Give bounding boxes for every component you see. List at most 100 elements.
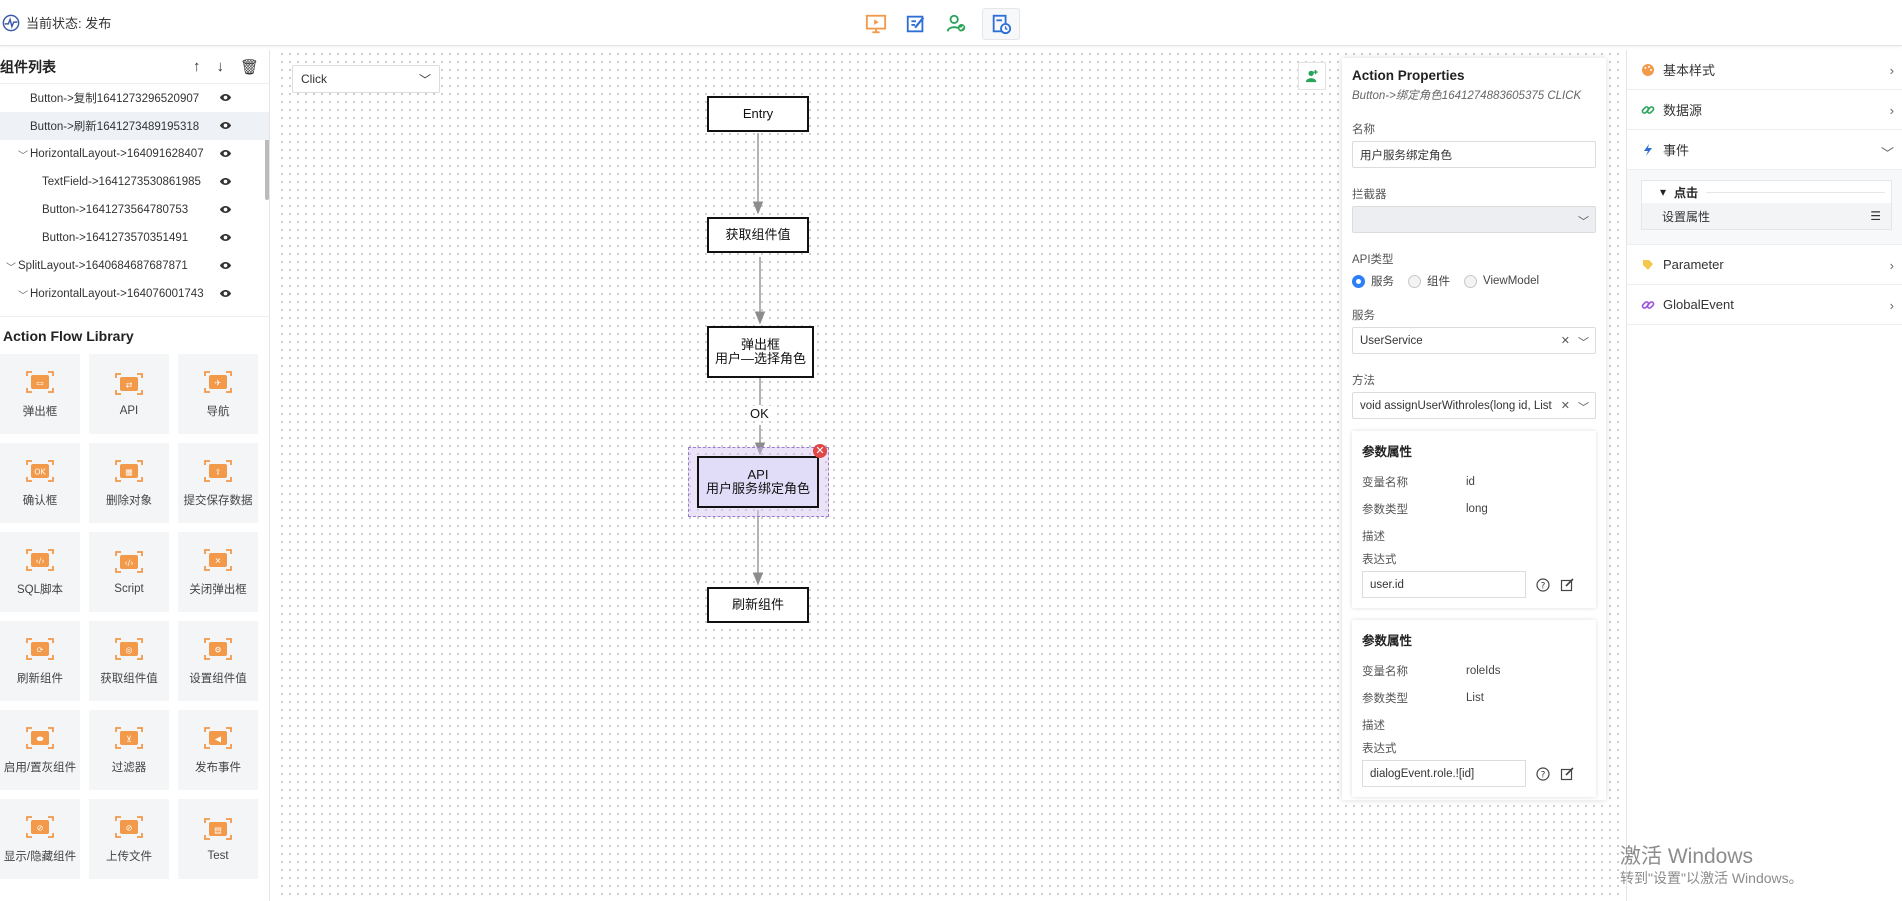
name-input[interactable]: 用户服务绑定角色 xyxy=(1352,141,1596,168)
section-parameter[interactable]: Parameter › xyxy=(1627,245,1902,285)
service-label: 服务 xyxy=(1352,310,1375,322)
library-item[interactable]: ⇄ API xyxy=(89,354,169,434)
click-event-header[interactable]: ▾ 点击 xyxy=(1642,181,1891,203)
node-refresh-component[interactable]: 刷新组件 xyxy=(707,587,809,623)
clear-icon[interactable]: ✕ xyxy=(1561,334,1570,350)
param-type-value: List xyxy=(1466,691,1484,704)
library-item[interactable]: ⊻ 过滤器 xyxy=(89,710,169,790)
library-item[interactable]: ‹/› SQL脚本 xyxy=(0,532,80,612)
section-events[interactable]: 事件 ﹀ xyxy=(1627,130,1902,170)
eye-icon[interactable] xyxy=(219,120,232,131)
node-entry-label: Entry xyxy=(742,106,774,121)
eye-icon[interactable] xyxy=(219,176,232,187)
library-item[interactable]: ⚙ 设置组件值 xyxy=(178,621,258,701)
library-item[interactable]: ◀ 发布事件 xyxy=(178,710,258,790)
section-basic-style[interactable]: 基本样式 › xyxy=(1627,50,1902,90)
node-api[interactable]: API 用户服务绑定角色 xyxy=(697,456,819,508)
chevron-down-icon[interactable]: ﹀ xyxy=(16,147,30,162)
chevron-down-icon[interactable]: ﹀ xyxy=(16,287,30,302)
history-button[interactable] xyxy=(982,8,1020,40)
eye-icon[interactable] xyxy=(219,204,232,215)
section-global-event[interactable]: GlobalEvent › xyxy=(1627,285,1902,325)
delete-node-icon[interactable]: ✕ xyxy=(813,444,827,458)
library-item[interactable]: OK 确认框 xyxy=(0,443,80,523)
svg-text:▭: ▭ xyxy=(36,378,44,387)
tree-item[interactable]: Button->1641273564780753 xyxy=(0,196,269,224)
edit-button[interactable] xyxy=(902,10,930,38)
tree-item-label: HorizontalLayout->164076001743 xyxy=(30,288,204,300)
action-block-icon: ⊘ xyxy=(115,815,143,838)
library-item[interactable]: ▤ Test xyxy=(178,799,258,879)
tree-item[interactable]: Button->刷新1641273489195318 xyxy=(0,112,269,140)
svg-text:⊘: ⊘ xyxy=(37,823,44,832)
tree-item[interactable]: TextField->1641273530861985 xyxy=(0,168,269,196)
library-item[interactable]: ⬬ 启用/置灰组件 xyxy=(0,710,80,790)
node-entry[interactable]: Entry xyxy=(707,96,809,132)
action-block-icon: ⬬ xyxy=(26,726,54,749)
radio-component[interactable]: 组件 xyxy=(1408,273,1450,289)
chevron-down-icon[interactable]: ﹀ xyxy=(4,259,18,274)
library-item[interactable]: ⊘ 上传文件 xyxy=(89,799,169,879)
move-down-icon[interactable]: ↓ xyxy=(216,58,224,76)
library-item[interactable]: ⇪ 提交保存数据 xyxy=(178,443,258,523)
svg-text:▦: ▦ xyxy=(125,467,133,476)
move-up-icon[interactable]: ↑ xyxy=(193,58,201,76)
eye-icon[interactable] xyxy=(219,288,232,299)
library-item[interactable]: ▦ 删除对象 xyxy=(89,443,169,523)
tree-item[interactable]: ﹀ HorizontalLayout->164076001743 xyxy=(0,280,269,308)
tree-item[interactable]: ﹀ SplitLayout->1640684687687871 xyxy=(0,252,269,280)
library-item[interactable]: ◎ 获取组件值 xyxy=(89,621,169,701)
library-item-label: 过滤器 xyxy=(111,761,147,774)
action-properties-panel: Action Properties Button->绑定角色1641274883… xyxy=(1342,58,1606,800)
param-expr-input[interactable]: user.id xyxy=(1362,571,1526,598)
radio-viewmodel[interactable]: ViewModel xyxy=(1464,273,1539,289)
tree-item[interactable]: Button->复制1641273296520907 xyxy=(0,84,269,112)
svg-text:OK: OK xyxy=(34,467,46,476)
library-item[interactable]: ✕ 关闭弹出框 xyxy=(178,532,258,612)
tree-item[interactable]: Button->1641273570351491 xyxy=(0,224,269,252)
tag-icon xyxy=(1643,259,1653,270)
param-list: 参数属性 变量名称 id 参数类型 long 描述 表达式 user.id? 参数属性 变量名称 r… xyxy=(1352,431,1596,797)
node-get-component-value[interactable]: 获取组件值 xyxy=(707,217,809,253)
library-item-label: API xyxy=(119,404,139,417)
param-expr-input[interactable]: dialogEvent.role.![id] xyxy=(1362,760,1526,787)
user-permission-button[interactable] xyxy=(942,10,970,38)
library-item-label: 删除对象 xyxy=(106,494,152,507)
edit-expression-icon[interactable] xyxy=(1560,766,1574,781)
interceptor-select[interactable]: ﹀ xyxy=(1352,206,1596,233)
service-select[interactable]: UserService ✕ ﹀ xyxy=(1352,327,1596,354)
clear-icon[interactable]: ✕ xyxy=(1561,399,1570,415)
node-api-line2: 用户服务绑定角色 xyxy=(705,481,810,496)
tree-item[interactable]: ﹀ HorizontalLayout->164091628407 xyxy=(0,140,269,168)
trash-icon[interactable]: 🗑 xyxy=(240,58,259,76)
eye-icon[interactable] xyxy=(219,92,232,103)
method-select[interactable]: void assignUserWithroles(long id, List ✕… xyxy=(1352,392,1596,419)
chevron-down-icon: ﹀ xyxy=(1578,402,1589,414)
windows-watermark-title: 激活 Windows xyxy=(1620,845,1754,868)
preview-button[interactable] xyxy=(862,10,890,38)
library-item[interactable]: ✈ 导航 xyxy=(178,354,258,434)
data-source-label: 数据源 xyxy=(1663,103,1703,118)
tree-item-label: Button->1641273564780753 xyxy=(42,204,189,216)
section-data-source[interactable]: 数据源 › xyxy=(1627,90,1902,130)
library-item[interactable]: ‹/› Script xyxy=(89,532,169,612)
edit-expression-icon[interactable] xyxy=(1560,577,1574,592)
eye-icon[interactable] xyxy=(219,260,232,271)
radio-service[interactable]: 服务 xyxy=(1352,273,1394,289)
action-block-icon: ‹/› xyxy=(26,548,54,571)
library-item[interactable]: ▭ 弹出框 xyxy=(0,354,80,434)
action-block-icon: ⚙ xyxy=(204,637,232,660)
param-type-row: 参数类型 List xyxy=(1362,684,1586,711)
param-card: 参数属性 变量名称 id 参数类型 long 描述 表达式 user.id? xyxy=(1352,431,1596,608)
eye-icon[interactable] xyxy=(219,148,232,159)
library-item[interactable]: ⟳ 刷新组件 xyxy=(0,621,80,701)
node-dialog[interactable]: 弹出框 用户—选择角色 xyxy=(707,326,814,378)
eye-icon[interactable] xyxy=(219,232,232,243)
document-clock-icon xyxy=(992,14,1012,35)
library-item[interactable]: ⊘ 显示/隐藏组件 xyxy=(0,799,80,879)
set-property-row[interactable]: 设置属性 ☰ xyxy=(1642,203,1891,229)
help-icon[interactable]: ? xyxy=(1536,766,1550,781)
help-icon[interactable]: ? xyxy=(1536,577,1550,592)
set-property-label: 设置属性 xyxy=(1662,209,1711,224)
sliders-icon[interactable]: ☰ xyxy=(1870,209,1881,223)
